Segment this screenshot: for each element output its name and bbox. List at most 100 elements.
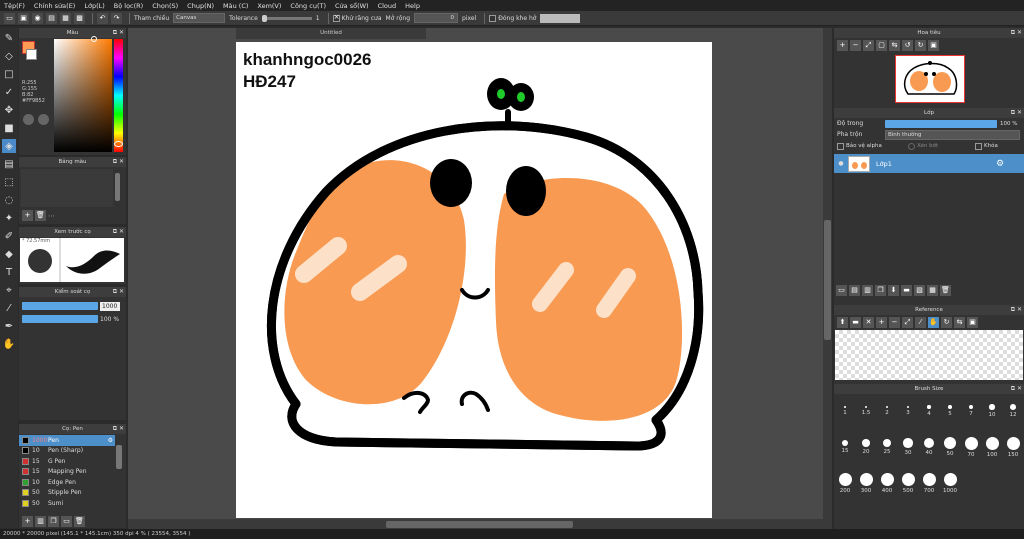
brush-size-option[interactable]: 30 — [899, 436, 917, 469]
new-icon[interactable]: ▭ — [4, 12, 15, 24]
close-gap-checkbox[interactable] — [489, 14, 497, 22]
layer-opacity-slider[interactable] — [885, 119, 997, 128]
fill-rect-tool-icon[interactable]: ■ — [2, 121, 16, 135]
reference-select[interactable]: Canvas — [173, 13, 226, 23]
brush-size-option[interactable]: 2 — [878, 400, 896, 433]
brush-size-option[interactable]: 700 — [920, 472, 938, 505]
menu-item[interactable]: Xem(V) — [257, 2, 281, 10]
panel-close-icon[interactable]: ⧉ ✕ — [113, 287, 124, 297]
menu-item[interactable]: Bộ lọc(R) — [114, 2, 143, 10]
gradient-tool-icon[interactable]: ▤ — [2, 157, 16, 171]
pen-tool-icon[interactable]: ✒ — [2, 319, 16, 333]
delete-layer-icon[interactable]: 🗑 — [940, 285, 951, 296]
protect-alpha-checkbox[interactable] — [837, 142, 844, 150]
select-icon[interactable]: ▩ — [74, 12, 85, 24]
brush-size-option[interactable]: 25 — [878, 436, 896, 469]
new-layer-1bit-icon[interactable]: ▥ — [862, 285, 873, 296]
folder-icon[interactable]: ▭ — [61, 516, 72, 527]
brush-list-item[interactable]: 1000 Pen ⚙ — [19, 435, 115, 446]
reset-icon[interactable]: ▣ — [928, 40, 939, 51]
panel-close-icon[interactable]: ⧉ ✕ — [113, 28, 124, 38]
reference-flip-icon[interactable]: ⇆ — [954, 317, 965, 328]
palette-scrollbar[interactable] — [115, 173, 120, 201]
brush-list-item[interactable]: 50 Stipple Pen — [19, 488, 115, 499]
brush-opacity-slider[interactable] — [22, 315, 98, 323]
brush-size-option[interactable]: 300 — [857, 472, 875, 505]
brush-size-option[interactable]: 1.5 — [857, 400, 875, 433]
brush-size-option[interactable]: 50 — [941, 436, 959, 469]
new-layer-8bit-icon[interactable]: ▤ — [849, 285, 860, 296]
brush-size-option[interactable]: 500 — [899, 472, 917, 505]
brush-list-item[interactable]: 10 Pen (Sharp) — [19, 446, 115, 457]
reference-rotate-icon[interactable]: ↻ — [941, 317, 952, 328]
menu-item[interactable]: Tệp(F) — [4, 2, 25, 10]
panel-close-icon[interactable]: ⧉ ✕ — [1011, 108, 1022, 118]
delete-palette-icon[interactable]: 🗑 — [35, 210, 46, 221]
clipping-checkbox[interactable] — [908, 142, 915, 150]
menu-item[interactable]: Cửa sổ(W) — [335, 2, 369, 10]
brush-size-option[interactable]: 200 — [836, 472, 854, 505]
fit-icon[interactable]: ⤢ — [863, 40, 874, 51]
brush-size-option[interactable]: 15 — [836, 436, 854, 469]
hue-slider[interactable] — [114, 39, 123, 152]
delete-brush-icon[interactable]: 🗑 — [74, 516, 85, 527]
zoom-out-icon[interactable]: − — [850, 40, 861, 51]
reference-eyedropper-icon[interactable]: ⁄ — [915, 317, 926, 328]
brush-size-option[interactable]: 1 — [836, 400, 854, 433]
eyedropper-tool-icon[interactable]: ⁄ — [2, 301, 16, 315]
layer-settings-icon[interactable]: ⚙ — [996, 159, 1004, 169]
brush-size-option[interactable]: 20 — [857, 436, 875, 469]
reference-fit-icon[interactable]: ⤢ — [902, 317, 913, 328]
menu-item[interactable]: Chụp(N) — [187, 2, 214, 10]
reference-zoom-out-icon[interactable]: − — [889, 317, 900, 328]
document-tab[interactable]: Untitled — [236, 28, 426, 39]
add-palette-icon[interactable]: + — [22, 210, 33, 221]
layer-blend-select[interactable]: Bình thường — [885, 129, 1020, 140]
wand-tool-icon[interactable]: ✦ — [2, 211, 16, 225]
reference-open-icon[interactable]: ⬆ — [837, 317, 848, 328]
select-pen-tool-icon[interactable]: ✐ — [2, 229, 16, 243]
bucket-tool-icon[interactable]: ◈ — [2, 139, 16, 153]
brush-size-option[interactable]: 1000 — [941, 472, 959, 505]
vertical-scroll-thumb[interactable] — [824, 220, 831, 340]
color-wheel-icon[interactable] — [23, 114, 34, 125]
saturation-value-picker[interactable] — [54, 36, 112, 152]
select-eraser-tool-icon[interactable]: ◆ — [2, 247, 16, 261]
brush-size-slider[interactable] — [22, 302, 98, 310]
document-canvas[interactable]: khanhngoc0026 HĐ247 — [236, 42, 712, 518]
brush-list-scrollbar[interactable] — [116, 445, 122, 469]
brush-size-option[interactable]: 4 — [920, 400, 938, 433]
rotate-left-icon[interactable]: ↺ — [902, 40, 913, 51]
brush-size-option[interactable]: 12 — [1004, 400, 1022, 433]
open-icon[interactable]: ▣ — [18, 12, 29, 24]
brush-size-option[interactable]: 40 — [920, 436, 938, 469]
move-tool-icon[interactable]: ✥ — [2, 103, 16, 117]
brush-size-option[interactable]: 3 — [899, 400, 917, 433]
more-icon[interactable]: ⋯ — [48, 212, 55, 220]
shape-tool-icon[interactable]: □ — [2, 67, 16, 81]
hue-slider-handle[interactable] — [114, 141, 123, 147]
brush-list-item[interactable]: 10 Edge Pen — [19, 477, 115, 488]
antialias-checkbox[interactable]: × — [332, 13, 340, 22]
tolerance-slider-handle[interactable] — [261, 14, 267, 22]
menu-item[interactable]: Công cụ(T) — [290, 2, 326, 10]
lock-checkbox[interactable] — [975, 142, 982, 150]
text-tool-icon[interactable]: T — [2, 265, 16, 279]
brush-size-option[interactable]: 7 — [962, 400, 980, 433]
reference-close-icon[interactable]: ✕ — [863, 317, 874, 328]
tolerance-slider[interactable] — [261, 14, 312, 22]
horizontal-scroll-thumb[interactable] — [386, 521, 573, 528]
chat-icon[interactable]: ◉ — [32, 12, 43, 24]
check-tool-icon[interactable]: ✓ — [2, 85, 16, 99]
brush-list-item[interactable]: 50 Sumi — [19, 498, 115, 509]
undo-icon[interactable]: ↶ — [97, 12, 108, 24]
hand-tool-icon[interactable]: ✋ — [2, 337, 16, 351]
reference-folder-icon[interactable]: ▬ — [850, 317, 861, 328]
brush-size-option[interactable]: 400 — [878, 472, 896, 505]
panel-close-icon[interactable]: ⧉ ✕ — [1011, 28, 1022, 38]
add-brush-icon[interactable]: + — [22, 516, 33, 527]
menu-item[interactable]: Cloud — [378, 2, 397, 10]
merge-down-icon[interactable]: ⬇ — [888, 285, 899, 296]
save-icon[interactable]: ▤ — [46, 12, 57, 24]
brush-settings-icon[interactable]: ⚙ — [108, 437, 113, 444]
